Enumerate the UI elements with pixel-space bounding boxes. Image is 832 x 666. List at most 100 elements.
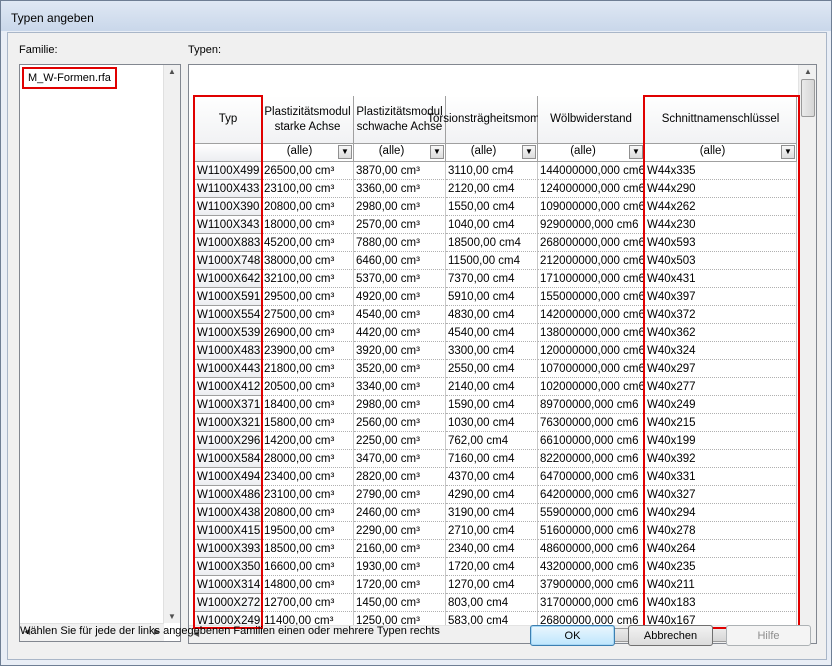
table-cell[interactable]: 803,00 cm4 [446,594,538,612]
table-cell[interactable]: 43200000,000 cm6 [538,558,645,576]
table-cell[interactable]: 11500,00 cm4 [446,252,538,270]
table-cell[interactable]: 23100,00 cm³ [262,486,354,504]
ok-button[interactable]: OK [530,625,615,646]
table-cell[interactable]: 51600000,000 cm6 [538,522,645,540]
table-cell[interactable]: W40x297 [645,360,797,378]
table-cell[interactable]: W40x431 [645,270,797,288]
type-name-cell[interactable]: W1000X554 [195,306,262,324]
table-cell[interactable]: W44x290 [645,180,797,198]
table-cell[interactable]: 2550,00 cm4 [446,360,538,378]
table-cell[interactable]: 762,00 cm4 [446,432,538,450]
table-cell[interactable]: 64200000,000 cm6 [538,486,645,504]
table-cell[interactable]: 1590,00 cm4 [446,396,538,414]
table-cell[interactable]: 92900000,000 cm6 [538,216,645,234]
table-cell[interactable]: 21800,00 cm³ [262,360,354,378]
table-cell[interactable]: 20800,00 cm³ [262,198,354,216]
type-name-cell[interactable]: W1000X486 [195,486,262,504]
table-cell[interactable]: 76300000,000 cm6 [538,414,645,432]
column-filter-dropdown[interactable]: (alle) ▼ [645,144,797,162]
table-cell[interactable]: 124000000,000 cm6 [538,180,645,198]
type-name-cell[interactable]: W1000X748 [195,252,262,270]
table-cell[interactable]: 1040,00 cm4 [446,216,538,234]
dropdown-arrow-icon[interactable]: ▼ [629,145,643,159]
table-cell[interactable]: 155000000,000 cm6 [538,288,645,306]
table-cell[interactable]: 7160,00 cm4 [446,450,538,468]
table-cell[interactable]: 14200,00 cm³ [262,432,354,450]
type-name-cell[interactable]: W1000X584 [195,450,262,468]
table-cell[interactable]: W40x331 [645,468,797,486]
column-header[interactable]: Torsionsträgheitsmoment [427,96,556,144]
type-name-cell[interactable]: W1000X883 [195,234,262,252]
table-cell[interactable]: 2140,00 cm4 [446,378,538,396]
type-name-cell[interactable]: W1000X539 [195,324,262,342]
table-cell[interactable]: 120000000,000 cm6 [538,342,645,360]
type-name-cell[interactable]: W1000X314 [195,576,262,594]
table-cell[interactable]: 1720,00 cm³ [354,576,446,594]
table-cell[interactable]: 4370,00 cm4 [446,468,538,486]
dropdown-arrow-icon[interactable]: ▼ [430,145,444,159]
table-cell[interactable]: 4920,00 cm³ [354,288,446,306]
table-cell[interactable]: 2250,00 cm³ [354,432,446,450]
table-cell[interactable]: 31700000,000 cm6 [538,594,645,612]
table-cell[interactable]: 138000000,000 cm6 [538,324,645,342]
column-header[interactable]: Plastizitätsmodul starke Achse [262,96,354,144]
type-name-cell[interactable]: W1100X390 [195,198,262,216]
table-cell[interactable]: 3360,00 cm³ [354,180,446,198]
table-cell[interactable]: 102000000,000 cm6 [538,378,645,396]
table-cell[interactable]: 2160,00 cm³ [354,540,446,558]
table-cell[interactable]: 144000000,000 cm6 [538,162,645,180]
table-cell[interactable]: 2120,00 cm4 [446,180,538,198]
table-cell[interactable]: 64700000,000 cm6 [538,468,645,486]
table-cell[interactable]: 18500,00 cm³ [262,540,354,558]
type-name-cell[interactable]: W1000X393 [195,540,262,558]
table-cell[interactable]: W40x324 [645,342,797,360]
table-cell[interactable]: 12700,00 cm³ [262,594,354,612]
table-cell[interactable]: W44x335 [645,162,797,180]
column-header[interactable]: Typ [195,96,262,144]
table-cell[interactable]: 2460,00 cm³ [354,504,446,522]
table-cell[interactable]: 26900,00 cm³ [262,324,354,342]
table-cell[interactable]: 1930,00 cm³ [354,558,446,576]
table-cell[interactable]: 7880,00 cm³ [354,234,446,252]
table-cell[interactable]: 7370,00 cm4 [446,270,538,288]
table-cell[interactable]: 3920,00 cm³ [354,342,446,360]
table-cell[interactable]: 2560,00 cm³ [354,414,446,432]
table-cell[interactable]: 89700000,000 cm6 [538,396,645,414]
table-cell[interactable]: 142000000,000 cm6 [538,306,645,324]
table-cell[interactable]: 66100000,000 cm6 [538,432,645,450]
table-cell[interactable]: W40x264 [645,540,797,558]
table-cell[interactable]: 4420,00 cm³ [354,324,446,342]
column-filter-dropdown[interactable]: (alle) ▼ [538,144,645,162]
table-cell[interactable]: 3470,00 cm³ [354,450,446,468]
table-cell[interactable]: 18500,00 cm4 [446,234,538,252]
table-cell[interactable]: 18400,00 cm³ [262,396,354,414]
dropdown-arrow-icon[interactable]: ▼ [522,145,536,159]
table-cell[interactable]: 3870,00 cm³ [354,162,446,180]
table-cell[interactable]: 20500,00 cm³ [262,378,354,396]
type-name-cell[interactable]: W1000X415 [195,522,262,540]
family-item[interactable]: M_W-Formen.rfa [22,67,117,89]
type-name-cell[interactable]: W1000X296 [195,432,262,450]
table-cell[interactable]: 26500,00 cm³ [262,162,354,180]
table-cell[interactable]: 29500,00 cm³ [262,288,354,306]
table-cell[interactable]: W40x397 [645,288,797,306]
type-name-cell[interactable]: W1000X371 [195,396,262,414]
table-cell[interactable]: 23100,00 cm³ [262,180,354,198]
table-cell[interactable]: 19500,00 cm³ [262,522,354,540]
table-cell[interactable]: 2790,00 cm³ [354,486,446,504]
dropdown-arrow-icon[interactable]: ▼ [781,145,795,159]
table-cell[interactable]: 2820,00 cm³ [354,468,446,486]
scroll-up-icon[interactable]: ▲ [804,67,812,76]
column-filter-dropdown[interactable]: (alle) ▼ [354,144,446,162]
table-cell[interactable]: W44x262 [645,198,797,216]
table-cell[interactable]: 1030,00 cm4 [446,414,538,432]
types-grid-vertical-scrollbar[interactable]: ▲ ▼ [798,65,816,643]
title-bar[interactable]: Typen angeben [1,1,831,31]
table-cell[interactable]: 3300,00 cm4 [446,342,538,360]
type-name-cell[interactable]: W1100X499 [195,162,262,180]
table-cell[interactable]: 23400,00 cm³ [262,468,354,486]
table-cell[interactable]: 37900000,000 cm6 [538,576,645,594]
table-cell[interactable]: 4540,00 cm4 [446,324,538,342]
scroll-down-icon[interactable]: ▼ [168,612,176,621]
family-list-vertical-scrollbar[interactable]: ▲ ▼ [163,65,180,623]
